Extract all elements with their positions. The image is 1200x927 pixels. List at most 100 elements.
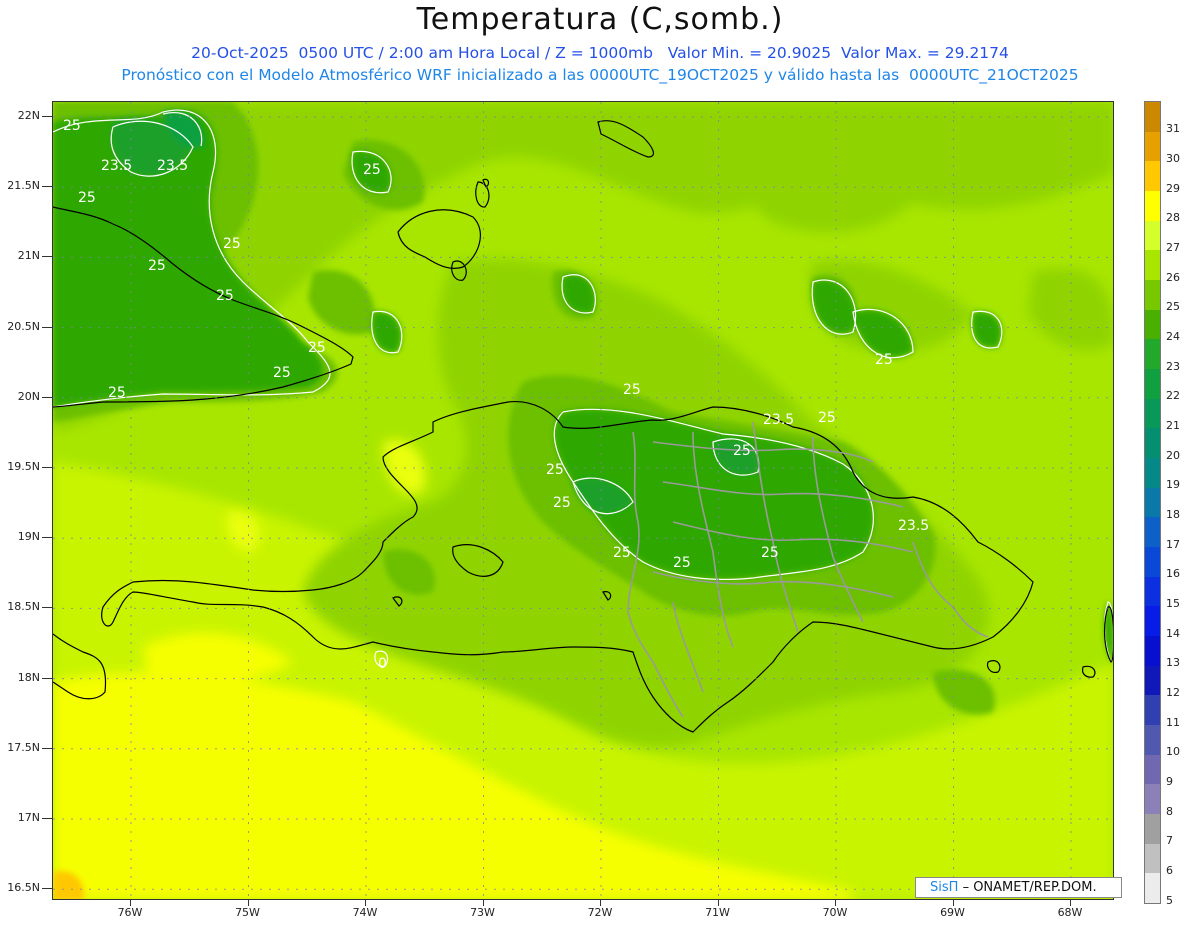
contour-label: 25 xyxy=(216,288,234,304)
colorbar-label: 16 xyxy=(1166,567,1180,581)
contour-label: 25 xyxy=(308,340,326,356)
colorbar-segment xyxy=(1145,695,1160,726)
colorbar-segment xyxy=(1145,161,1160,192)
colorbar-label: 5 xyxy=(1166,893,1173,907)
colorbar-label: 29 xyxy=(1166,181,1180,195)
longitude-label: 74W xyxy=(352,906,378,919)
colorbar-segment xyxy=(1145,191,1160,221)
colorbar-segment xyxy=(1145,784,1160,815)
longitude-tick xyxy=(482,900,484,906)
latitude-tick xyxy=(42,747,52,749)
colorbar-label: 13 xyxy=(1166,656,1180,670)
contour-label: 25 xyxy=(108,385,126,401)
contour-label: 25 xyxy=(623,382,641,398)
colorbar-label: 22 xyxy=(1166,389,1180,403)
contour-label: 0 xyxy=(378,656,387,672)
longitude-label: 76W xyxy=(117,906,143,919)
colorbar-label: 18 xyxy=(1166,507,1180,521)
latitude-tick xyxy=(42,326,52,328)
colorbar-segment xyxy=(1145,576,1160,607)
latitude-tick xyxy=(42,677,52,679)
contour-label: 25 xyxy=(78,190,96,206)
latitude-label: 22N xyxy=(17,109,40,122)
colorbar-label: 20 xyxy=(1166,448,1180,462)
colorbar-label: 11 xyxy=(1166,715,1180,729)
colorbar-label: 24 xyxy=(1166,329,1180,343)
longitude-label: 68W xyxy=(1057,906,1083,919)
colorbar-segment xyxy=(1145,131,1160,162)
longitude-tick xyxy=(365,900,366,906)
colorbar-segment xyxy=(1145,754,1160,785)
colorbar-label: 10 xyxy=(1166,745,1180,759)
contour-label: 23.5 xyxy=(763,412,794,428)
colorbar-label: 30 xyxy=(1166,151,1180,165)
longitude-label: 71W xyxy=(705,906,730,919)
colorbar-segment xyxy=(1145,250,1160,281)
credit-org: – ONAMET/REP.DOM. xyxy=(962,880,1097,895)
longitude-tick xyxy=(952,900,954,906)
colorbar-label: 14 xyxy=(1166,626,1180,640)
longitude-tick xyxy=(130,900,131,906)
subtitle-run-info: 20-Oct-2025 0500 UTC / 2:00 am Hora Loca… xyxy=(191,44,1009,62)
latitude-tick xyxy=(42,116,52,117)
colorbar-label: 21 xyxy=(1166,418,1180,432)
colorbar-label: 7 xyxy=(1166,834,1173,848)
colorbar-segment xyxy=(1145,428,1160,459)
colorbar-segment xyxy=(1145,873,1160,904)
colorbar-segment xyxy=(1145,369,1160,399)
contour-label: 25 xyxy=(553,495,571,511)
longitude-label: 72W xyxy=(587,906,613,919)
colorbar-segment xyxy=(1145,665,1160,696)
colorbar-label: 17 xyxy=(1166,537,1180,551)
latitude-label: 18N xyxy=(17,670,40,684)
longitude-label: 75W xyxy=(235,906,260,919)
colorbar-label: 23 xyxy=(1166,359,1180,373)
latitude-tick xyxy=(42,256,52,258)
colorbar-label: 12 xyxy=(1166,685,1180,699)
contour-label: 25 xyxy=(761,545,779,561)
colorbar-label: 6 xyxy=(1166,863,1173,877)
longitude-tick xyxy=(600,900,601,906)
colorbar-segment xyxy=(1145,398,1160,429)
longitude-label: 73W xyxy=(470,906,495,919)
latitude-label: 18.5N xyxy=(7,600,40,614)
temperature-map: 25 25 23.5 23.5 25 25 25 25 25 25 25 25 25 25 25 23.5 23… xyxy=(52,101,1114,900)
contour-label: 23.5 xyxy=(898,518,929,534)
longitude-tick xyxy=(717,900,719,906)
colorbar-label: 26 xyxy=(1166,270,1180,284)
colorbar-label: 19 xyxy=(1166,478,1180,492)
colorbar-segment xyxy=(1145,309,1160,340)
colorbar-label: 31 xyxy=(1166,122,1180,136)
colorbar-segment xyxy=(1145,814,1160,844)
latitude-tick xyxy=(42,818,52,819)
map-title: Temperatura (C,somb.) xyxy=(416,2,784,37)
latitude-tick xyxy=(42,888,52,890)
colorbar-segment xyxy=(1145,636,1160,666)
contour-label: 23.5 xyxy=(157,158,188,174)
contour-label: 25 xyxy=(673,555,691,571)
colorbar-segment xyxy=(1145,220,1160,251)
colorbar-label: 9 xyxy=(1166,774,1173,788)
latitude-label: 20.5N xyxy=(7,319,40,333)
colorbar-segment xyxy=(1145,547,1160,577)
colorbar-segment xyxy=(1145,339,1160,370)
contour-label: 25 xyxy=(818,410,836,426)
colorbar-label: 15 xyxy=(1166,596,1180,610)
colorbar-segment xyxy=(1145,725,1160,755)
colorbar-label: 25 xyxy=(1166,300,1180,314)
longitude-tick xyxy=(1070,900,1071,906)
colorbar xyxy=(1144,101,1161,904)
latitude-label: 17N xyxy=(17,811,40,824)
contour-label: 23.5 xyxy=(101,158,132,174)
latitude-label: 17.5N xyxy=(7,740,40,754)
longitude-tick xyxy=(835,900,836,906)
colorbar-segment xyxy=(1145,843,1160,874)
contour-label: 25 xyxy=(613,545,631,561)
latitude-tick xyxy=(42,607,52,609)
contour-label: 25 xyxy=(875,352,893,368)
contour-label: 25 xyxy=(273,365,291,381)
colorbar-segment xyxy=(1145,606,1160,637)
latitude-tick xyxy=(42,537,52,539)
latitude-label: 21N xyxy=(17,249,40,263)
latitude-label: 19N xyxy=(17,530,40,544)
